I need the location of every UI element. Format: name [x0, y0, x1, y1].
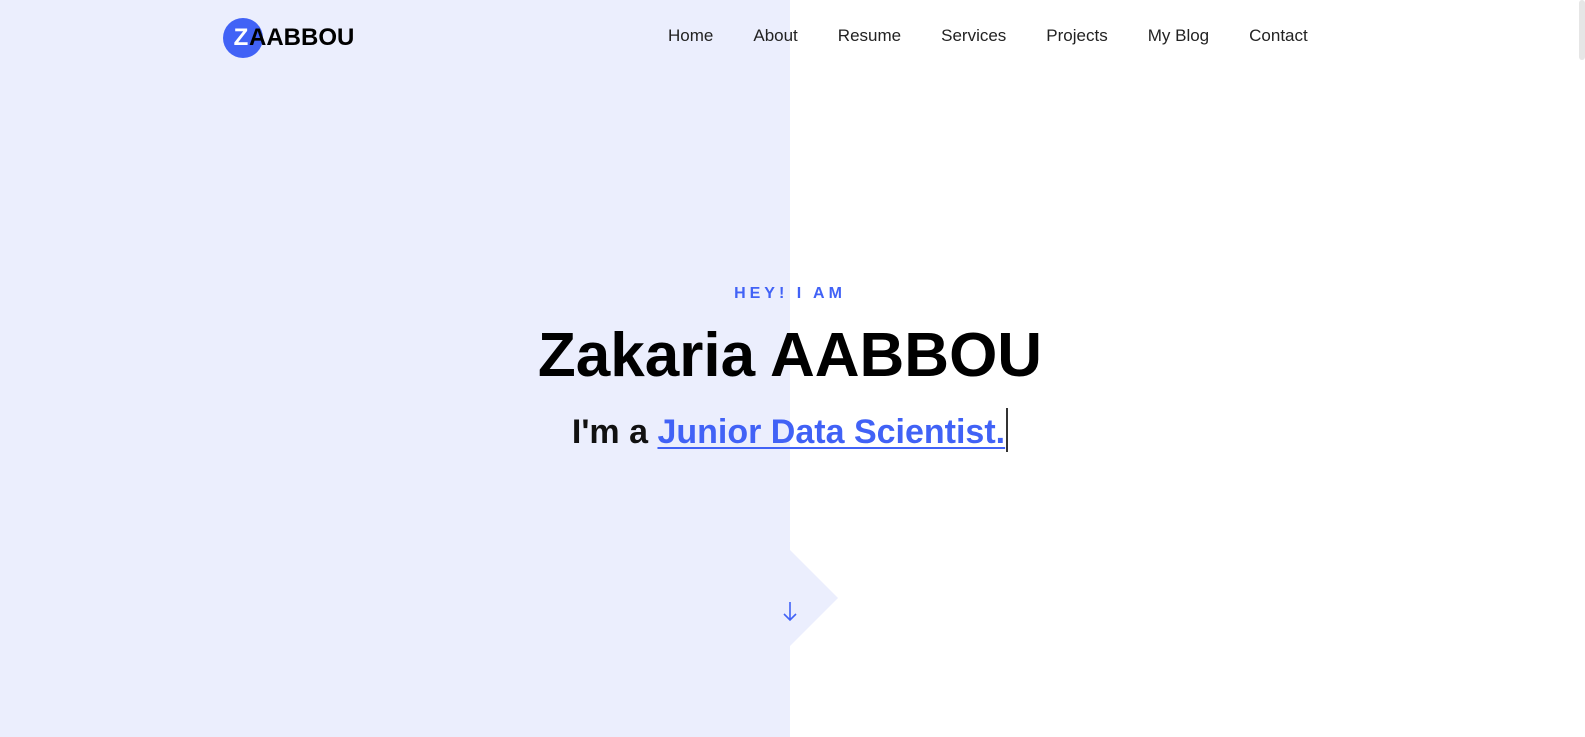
nav-home[interactable]: Home [648, 24, 733, 48]
tagline-prefix: I'm a [571, 413, 649, 451]
nav-resume[interactable]: Resume [818, 24, 921, 48]
scroll-down-button[interactable] [780, 600, 800, 624]
nav-about[interactable]: About [733, 24, 817, 48]
hero-eyebrow: HEY! I AM [734, 285, 846, 302]
logo-text: AABBOU [249, 24, 355, 51]
page-scrollbar[interactable] [1579, 0, 1585, 60]
arrow-down-icon [783, 602, 797, 622]
site-logo[interactable]: Z AABBOU [223, 18, 354, 58]
typing-cursor [1006, 408, 1009, 453]
tagline-role: Junior Data Scientist. [657, 413, 1006, 451]
nav-contact[interactable]: Contact [1229, 24, 1328, 48]
nav-my-blog[interactable]: My Blog [1128, 24, 1229, 48]
hero-name: Zakaria AABBOU [537, 321, 1043, 390]
main-nav: Home About Resume Services Projects My B… [648, 24, 1328, 48]
hero-tagline: I'm a Junior Data Scientist. [0, 408, 1580, 454]
hero-panel-notch [790, 550, 838, 646]
nav-services[interactable]: Services [921, 24, 1026, 48]
nav-projects[interactable]: Projects [1026, 24, 1127, 48]
